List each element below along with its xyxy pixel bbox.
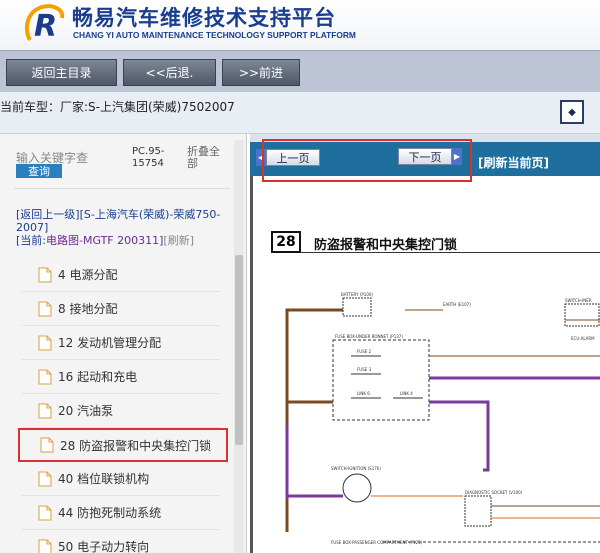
menu-item[interactable]: 8 接地分配	[22, 292, 220, 326]
diag-socket-label: DIAGNOSTIC SOCKET (V100)	[465, 490, 523, 495]
menu-item[interactable]: 40 档位联锁机构	[22, 462, 220, 496]
ignition-label: SWITCH-IGNITION (S176)	[331, 466, 381, 471]
battery-label: BATTERY (P100)	[341, 292, 373, 297]
pc-code: PC.95-15754	[132, 146, 165, 169]
menu-item-selected[interactable]: 28 防盗报警和中央集控门锁	[18, 428, 228, 462]
document-icon	[38, 539, 52, 553]
scrollbar-thumb[interactable]	[235, 255, 243, 445]
ecu-alarm-label: ECU-ALARM	[571, 336, 595, 341]
title-rule	[300, 252, 600, 253]
fuse3-label: FUSE 3	[357, 367, 372, 372]
current-label: [当前:	[16, 234, 46, 247]
nav-bar: 返回主目录 <<后退. >>前进	[0, 50, 600, 92]
left-panel: 输入关键字查 查询 PC.95-15754 折叠全部 [返回上一级][S-上海汽…	[0, 134, 247, 553]
highlight-box	[262, 139, 472, 182]
collapse-all-link[interactable]: 折叠全部	[187, 146, 225, 170]
menu-item-label: 44 防抱死制动系统	[58, 506, 162, 520]
document-icon	[38, 301, 52, 316]
svg-text:R: R	[34, 9, 57, 44]
menu-item-label: 40 档位联锁机构	[58, 472, 150, 486]
forward-button[interactable]: >>前进	[222, 59, 300, 86]
link6-label: LINK 6	[357, 391, 370, 396]
menu-item-label: 8 接地分配	[58, 302, 118, 316]
earth-label: EARTH (E107)	[443, 302, 471, 307]
menu-item[interactable]: 44 防抱死制动系统	[22, 496, 220, 530]
current-car-type: 当前车型：厂家:S-上汽集团(荣威)7502007	[0, 100, 235, 114]
link4-label: LINK 4	[400, 391, 413, 396]
platform-subtitle: CHANG YI AUTO MAINTENANCE TECHNOLOGY SUP…	[73, 30, 356, 40]
expand-icon[interactable]: ◆	[560, 100, 584, 124]
document-icon	[38, 335, 52, 350]
refresh-link[interactable]: [刷新]	[163, 234, 194, 247]
document-icon	[40, 437, 54, 453]
search-button[interactable]: 查询	[16, 164, 62, 178]
divider	[14, 188, 230, 189]
menu-item-label: 50 电子动力转向	[58, 540, 150, 553]
home-button[interactable]: 返回主目录	[6, 59, 117, 86]
car-type-row: 当前车型：厂家:S-上汽集团(荣威)7502007	[0, 92, 600, 134]
current-path: 电路图-MGTF 200311]	[46, 234, 164, 247]
fuse2-label: FUSE 2	[357, 349, 372, 354]
diagram-title: 防盗报警和中央集控门锁	[314, 238, 458, 253]
menu-item-label: 12 发动机管理分配	[58, 336, 162, 350]
page: R 畅易汽车维修技术支持平台 CHANG YI AUTO MAINTENANCE…	[0, 0, 600, 553]
back-up-link[interactable]: [返回上一级]	[16, 208, 80, 221]
document-icon	[38, 471, 52, 486]
menu-item-label: 16 起动和充电	[58, 370, 138, 384]
breadcrumb: [返回上一级][S-上海汽车(荣威)-荣威750-2007] [当前:电路图-M…	[16, 208, 231, 247]
menu-item-label: 4 电源分配	[58, 268, 118, 282]
document-icon	[38, 267, 52, 282]
refresh-page-link[interactable]: [刷新当前页]	[478, 154, 549, 171]
logo-r-icon: R	[24, 4, 65, 44]
document-icon	[38, 505, 52, 520]
menu-item[interactable]: 12 发动机管理分配	[22, 326, 220, 360]
fusebox-label: FUSE BOX-UNDER BONNET (P137)	[335, 334, 403, 339]
diagram-number: 28	[271, 231, 301, 253]
back-button[interactable]: <<后退.	[123, 59, 216, 86]
platform-title: 畅易汽车维修技术支持平台	[72, 6, 336, 30]
switch-inertia-label: SWITCH-INER	[565, 298, 592, 303]
header: R 畅易汽车维修技术支持平台 CHANG YI AUTO MAINTENANCE…	[0, 0, 600, 50]
menu-item-label: 28 防盗报警和中央集控门锁	[60, 438, 212, 453]
menu-item[interactable]: 20 汽油泵	[22, 394, 220, 428]
circuit-menu: 4 电源分配 8 接地分配 12 发动机管理分配 16 起动和充电 20 汽油泵…	[18, 258, 228, 553]
menu-item[interactable]: 16 起动和充电	[22, 360, 220, 394]
document-icon	[38, 369, 52, 384]
menu-item-label: 20 汽油泵	[58, 404, 114, 418]
wiring-diagram: BATTERY (P100) EARTH (E107) FUSE BOX-UND…	[285, 292, 600, 545]
document-icon	[38, 403, 52, 418]
menu-item[interactable]: 50 电子动力转向	[22, 530, 220, 553]
menu-item[interactable]: 4 电源分配	[22, 258, 220, 292]
